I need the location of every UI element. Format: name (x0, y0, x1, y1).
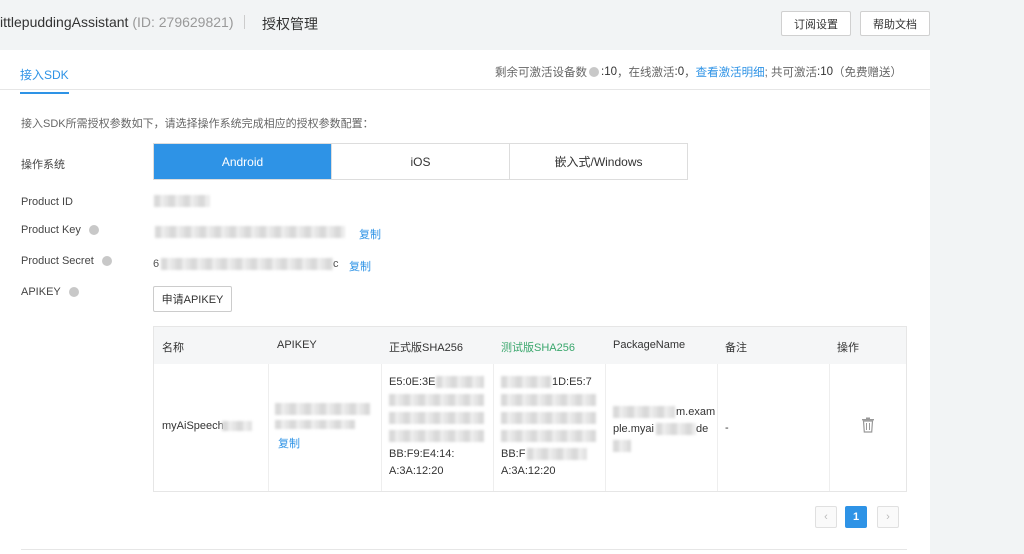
info-icon[interactable] (88, 225, 99, 235)
row-package-redacted (613, 406, 675, 418)
trash-icon[interactable] (861, 417, 875, 433)
pagination-prev-button[interactable]: ‹ (815, 506, 837, 528)
row-package-line2-end: de (696, 423, 709, 435)
row-sha-test-redacted (501, 412, 596, 424)
quota-comma: ， (684, 67, 696, 79)
row-sha-release-redacted (389, 394, 484, 406)
os-selector: Android iOS 嵌入式/Windows (153, 143, 688, 180)
col-apikey: APIKEY (277, 339, 317, 351)
apply-apikey-button[interactable]: 申请APIKEY (153, 286, 232, 312)
copy-product-key-button[interactable]: 复制 (359, 226, 381, 242)
row-package-line1: m.exam (676, 406, 716, 418)
col-sha256-test: 测试版SHA256 (501, 342, 575, 354)
row-sha-test-redacted (501, 376, 551, 388)
row-sha-release-redacted (436, 376, 484, 388)
row-sha-release-top: E5:0E:3E (389, 376, 436, 388)
activation-quota: 剩余可激活设备数 :10 ，在线激活 :0 ， 查看激活明细 ; 共可激活 :1… (495, 64, 902, 80)
tab-bar: 接入SDK 剩余可激活设备数 :10 ，在线激活 :0 ， 查看激活明细 ; 共… (0, 50, 930, 94)
row-sha-test-top: 1D:E5:7 (552, 376, 592, 388)
info-icon[interactable] (589, 67, 600, 77)
row-package-redacted (656, 423, 696, 435)
row-sha-test-redacted (501, 394, 596, 406)
sdk-description: 接入SDK所需授权参数如下，请选择操作系统完成相应的授权参数配置： (21, 118, 374, 130)
product-secret-suffix: c (333, 258, 339, 270)
copy-product-secret-button[interactable]: 复制 (349, 258, 371, 274)
divider (21, 549, 907, 550)
help-docs-button[interactable]: 帮助文档 (860, 11, 930, 36)
table-row: myAiSpeech 复制 E5:0E:3E BB:F9:E4:14: A:3A… (154, 364, 906, 491)
quota-remaining-label: 剩余可激活设备数 (495, 67, 588, 79)
product-secret-value-redacted (161, 258, 333, 270)
apikey-table: 名称 APIKEY 正式版SHA256 测试版SHA256 PackageNam… (153, 326, 907, 492)
os-label-text: 操作系统 (21, 159, 65, 171)
row-remark: - (725, 422, 729, 434)
subscribe-settings-button[interactable]: 订阅设置 (781, 11, 851, 36)
col-remark: 备注 (725, 342, 747, 354)
row-sha-release-redacted (389, 430, 484, 442)
main-card: 接入SDK 剩余可激活设备数 :10 ，在线激活 :0 ， 查看激活明细 ; 共… (0, 50, 930, 554)
activation-detail-link[interactable]: 查看激活明细 (696, 64, 765, 80)
col-package-name: PackageName (613, 339, 686, 351)
product-secret-label-text: Product Secret (21, 255, 94, 267)
quota-free-note: （免费赠送） (833, 67, 902, 79)
column-divider (829, 364, 830, 491)
column-divider (268, 364, 269, 491)
apikey-label: APIKEY (21, 286, 81, 298)
app-title: ittlepuddingAssistant (ID: 279629821) (0, 14, 234, 30)
row-app-name: myAiSpeech (162, 420, 224, 432)
product-key-label-text: Product Key (21, 224, 81, 236)
product-id-label: Product ID (21, 196, 73, 208)
product-secret-label: Product Secret (21, 255, 114, 267)
product-id-label-text: Product ID (21, 196, 73, 208)
info-icon[interactable] (101, 256, 112, 266)
os-option-embedded-windows[interactable]: 嵌入式/Windows (509, 144, 687, 179)
quota-remaining-value: :10 (601, 66, 618, 78)
quota-online-value: :0 (674, 66, 685, 78)
copy-apikey-button[interactable]: 复制 (278, 436, 300, 452)
row-sha-release-bottom2: A:3A:12:20 (389, 465, 444, 477)
row-apikey-redacted (275, 420, 355, 429)
product-secret-prefix: 6 (153, 258, 160, 270)
column-divider (493, 364, 494, 491)
apikey-label-text: APIKEY (21, 286, 61, 298)
quota-total-label: ; 共可激活 (764, 67, 817, 79)
row-sha-release-bottom1: BB:F9:E4:14: (389, 448, 455, 460)
page-title: 授权管理 (262, 16, 318, 32)
pagination-next-button[interactable]: › (877, 506, 899, 528)
row-package-redacted (613, 440, 631, 452)
os-option-ios[interactable]: iOS (331, 144, 509, 179)
app-id: (ID: 279629821) (132, 14, 234, 30)
app-name: ittlepuddingAssistant (0, 14, 129, 30)
os-label: 操作系统 (21, 156, 65, 172)
info-icon[interactable] (68, 287, 79, 297)
product-key-value-redacted (155, 226, 345, 238)
pagination-page-1[interactable]: 1 (845, 506, 867, 528)
row-sha-test-redacted (501, 430, 596, 442)
row-sha-test-bottom2: A:3A:12:20 (501, 465, 556, 477)
column-divider (381, 364, 382, 491)
table-header: 名称 APIKEY 正式版SHA256 测试版SHA256 PackageNam… (154, 327, 906, 364)
column-divider (605, 364, 606, 491)
col-name: 名称 (162, 342, 184, 354)
row-package-line2: ple.myai (613, 423, 654, 435)
quota-online-label: ，在线激活 (617, 67, 675, 79)
top-bar: ittlepuddingAssistant (ID: 279629821) 授权… (0, 0, 946, 50)
row-sha-test-bottom1: BB:F (501, 448, 526, 460)
quota-total-value: :10 (817, 66, 833, 78)
product-key-label: Product Key (21, 224, 101, 236)
col-actions: 操作 (837, 342, 859, 354)
row-app-name-redacted (222, 421, 252, 431)
column-divider (717, 364, 718, 491)
os-option-android[interactable]: Android (154, 144, 331, 179)
product-id-value-redacted (154, 195, 210, 207)
title-separator (244, 15, 245, 29)
col-sha256-release: 正式版SHA256 (389, 342, 463, 354)
tab-sdk[interactable]: 接入SDK (20, 66, 69, 94)
row-sha-test-redacted (527, 448, 587, 460)
row-sha-release-redacted (389, 412, 484, 424)
row-apikey-redacted (275, 403, 370, 415)
